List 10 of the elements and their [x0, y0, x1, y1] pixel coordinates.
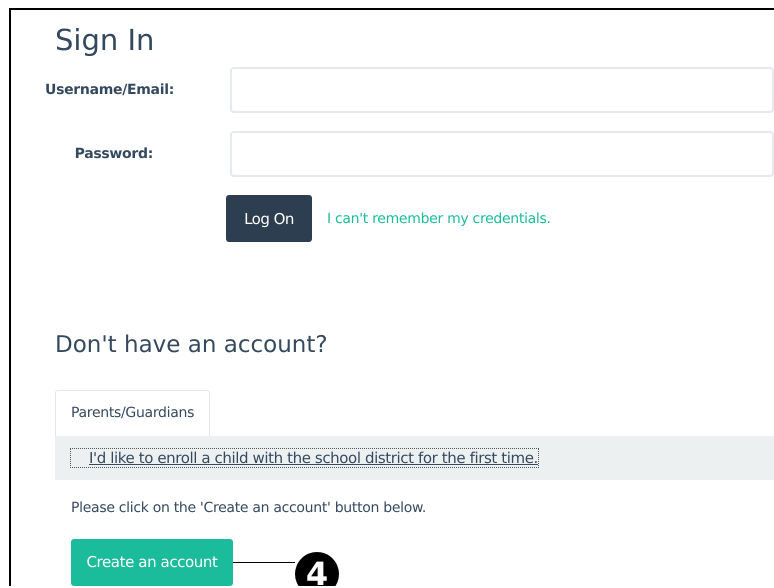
enroll-option-link[interactable]: I'd like to enroll a child with the school district for the first time. [71, 449, 538, 467]
input-field[interactable] [230, 131, 774, 177]
field-label: Password: [74, 146, 154, 162]
instruction-text: Please click on the 'Create an account' button below. [71, 500, 428, 516]
section-heading: Don't have an account? [55, 331, 329, 360]
log-on-button[interactable]: Log On [226, 195, 312, 242]
field-label: Username/Email: [45, 82, 176, 98]
page-title: Sign In [55, 22, 156, 58]
input-field[interactable] [230, 67, 774, 113]
callout-number: 4 [295, 552, 339, 586]
